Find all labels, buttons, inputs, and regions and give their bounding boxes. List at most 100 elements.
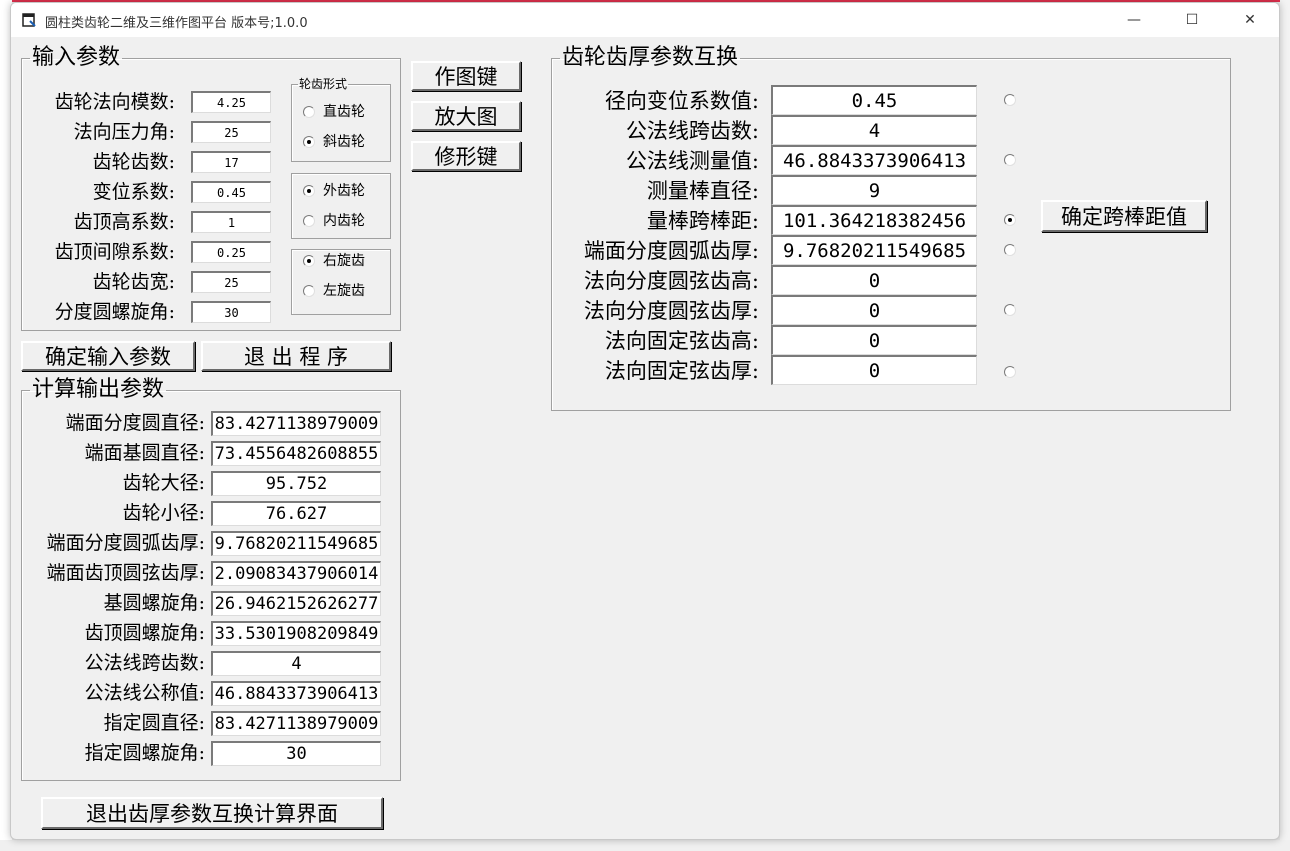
exit-program-button[interactable]: 退 出 程 序 bbox=[201, 341, 391, 371]
profile-shift-input[interactable]: 0.45 bbox=[191, 181, 271, 203]
output-label: 指定圆螺旋角: bbox=[84, 742, 205, 764]
background-bottom bbox=[0, 840, 1290, 851]
output-value[interactable]: 4 bbox=[211, 651, 381, 676]
input-label: 变位系数: bbox=[92, 181, 175, 203]
thickness-label: 量棒跨棒距: bbox=[646, 209, 759, 233]
input-label: 齿顶高系数: bbox=[73, 211, 175, 233]
output-value[interactable]: 76.627 bbox=[211, 501, 381, 526]
thickness-radio[interactable] bbox=[1004, 304, 1016, 316]
addendum-coef-input[interactable]: 1 bbox=[191, 211, 271, 233]
thickness-value[interactable]: 9.76820211549685 bbox=[771, 235, 977, 265]
thickness-radio[interactable] bbox=[1004, 154, 1016, 166]
thickness-label: 端面分度圆弧齿厚: bbox=[583, 239, 759, 263]
thickness-label: 公法线跨齿数: bbox=[625, 119, 759, 143]
maximize-button[interactable]: ☐ bbox=[1163, 3, 1221, 37]
input-label: 法向压力角: bbox=[73, 121, 175, 143]
exit-thickness-button[interactable]: 退出齿厚参数互换计算界面 bbox=[41, 797, 383, 829]
output-value[interactable]: 83.4271138979009 bbox=[211, 711, 381, 736]
thickness-label: 法向分度圆弦齿高: bbox=[583, 269, 759, 293]
output-label: 齿轮大径: bbox=[122, 472, 205, 494]
thickness-value[interactable]: 0 bbox=[771, 325, 977, 355]
input-params-legend: 输入参数 bbox=[32, 45, 121, 70]
thickness-label: 法向固定弦齿厚: bbox=[604, 359, 759, 383]
thickness-radio[interactable] bbox=[1004, 244, 1016, 256]
output-value[interactable]: 73.4556482608855 bbox=[211, 441, 381, 466]
output-label: 指定圆直径: bbox=[103, 712, 205, 734]
thickness-value[interactable]: 4 bbox=[771, 115, 977, 145]
output-value[interactable]: 33.5301908209849 bbox=[211, 621, 381, 646]
left-hand-radio[interactable] bbox=[303, 285, 315, 297]
modify-button[interactable]: 修形键 bbox=[411, 141, 521, 171]
output-value[interactable]: 95.752 bbox=[211, 471, 381, 496]
input-label: 齿顶间隙系数: bbox=[54, 241, 175, 263]
thickness-exchange-legend: 齿轮齿厚参数互换 bbox=[562, 45, 739, 70]
thickness-value[interactable]: 0 bbox=[771, 295, 977, 325]
gear-form-legend: 轮齿形式 bbox=[299, 77, 348, 91]
output-label: 端面分度圆直径: bbox=[65, 412, 205, 434]
thickness-radio[interactable] bbox=[1004, 366, 1016, 378]
spur-gear-radio[interactable] bbox=[303, 106, 315, 118]
helix-angle-input[interactable]: 30 bbox=[191, 301, 271, 323]
draw-button[interactable]: 作图键 bbox=[411, 61, 521, 91]
right-hand-label[interactable]: 右旋齿 bbox=[323, 253, 365, 269]
normal-module-input[interactable]: 4.25 bbox=[191, 91, 271, 113]
left-hand-label[interactable]: 左旋齿 bbox=[323, 283, 365, 299]
thickness-value[interactable]: 0 bbox=[771, 265, 977, 295]
output-label: 公法线跨齿数: bbox=[84, 652, 205, 674]
internal-gear-label[interactable]: 内齿轮 bbox=[323, 213, 365, 229]
thickness-label: 公法线测量值: bbox=[625, 149, 759, 173]
clearance-coef-input[interactable]: 0.25 bbox=[191, 241, 271, 263]
app-window: 圆柱类齿轮二维及三维作图平台 版本号;1.0.0 — ☐ ✕ 输入参数 齿轮法向… bbox=[10, 2, 1280, 840]
close-button[interactable]: ✕ bbox=[1221, 3, 1279, 37]
thickness-value[interactable]: 0 bbox=[771, 355, 977, 385]
thickness-value[interactable]: 46.8843373906413 bbox=[771, 145, 977, 175]
teeth-count-input[interactable]: 17 bbox=[191, 151, 271, 173]
output-value[interactable]: 83.4271138979009 bbox=[211, 411, 381, 436]
minimize-button[interactable]: — bbox=[1105, 3, 1163, 37]
face-width-input[interactable]: 25 bbox=[191, 271, 271, 293]
output-label: 端面基圆直径: bbox=[84, 442, 205, 464]
minimize-icon: — bbox=[1127, 12, 1141, 28]
spur-gear-label[interactable]: 直齿轮 bbox=[323, 104, 365, 120]
thickness-label: 法向分度圆弦齿厚: bbox=[583, 299, 759, 323]
thickness-radio[interactable] bbox=[1004, 94, 1016, 106]
thickness-label: 径向变位系数值: bbox=[604, 89, 759, 113]
output-label: 端面分度圆弧齿厚: bbox=[46, 532, 205, 554]
output-label: 基圆螺旋角: bbox=[103, 592, 205, 614]
title-bar[interactable]: 圆柱类齿轮二维及三维作图平台 版本号;1.0.0 — ☐ ✕ bbox=[11, 3, 1279, 37]
input-label: 齿轮齿宽: bbox=[92, 271, 175, 293]
output-value[interactable]: 26.9462152626277 bbox=[211, 591, 381, 616]
background-right bbox=[1280, 0, 1290, 851]
app-icon bbox=[22, 13, 36, 27]
confirm-input-button[interactable]: 确定输入参数 bbox=[21, 341, 195, 371]
thickness-label: 法向固定弦齿高: bbox=[604, 329, 759, 353]
output-label: 齿轮小径: bbox=[122, 502, 205, 524]
input-label: 分度圆螺旋角: bbox=[54, 301, 175, 323]
zoom-button[interactable]: 放大图 bbox=[411, 101, 521, 131]
pressure-angle-input[interactable]: 25 bbox=[191, 121, 271, 143]
helical-gear-label[interactable]: 斜齿轮 bbox=[323, 134, 365, 150]
output-value[interactable]: 9.76820211549685 bbox=[211, 531, 381, 556]
output-value[interactable]: 30 bbox=[211, 741, 381, 766]
confirm-pin-distance-button[interactable]: 确定跨棒距值 bbox=[1041, 200, 1207, 232]
close-icon: ✕ bbox=[1244, 12, 1256, 28]
output-label: 齿顶圆螺旋角: bbox=[84, 622, 205, 644]
window-title: 圆柱类齿轮二维及三维作图平台 版本号;1.0.0 bbox=[45, 16, 308, 31]
external-gear-label[interactable]: 外齿轮 bbox=[323, 183, 365, 199]
right-hand-radio[interactable] bbox=[303, 255, 315, 267]
output-params-legend: 计算输出参数 bbox=[32, 377, 165, 402]
output-value[interactable]: 2.09083437906014 bbox=[211, 561, 381, 586]
thickness-radio[interactable] bbox=[1004, 214, 1016, 226]
output-value[interactable]: 46.8843373906413 bbox=[211, 681, 381, 706]
thickness-label: 测量棒直径: bbox=[646, 179, 759, 203]
thickness-value[interactable]: 101.364218382456 bbox=[771, 205, 977, 235]
thickness-value[interactable]: 0.45 bbox=[771, 85, 977, 115]
thickness-value[interactable]: 9 bbox=[771, 175, 977, 205]
client-area: 输入参数 齿轮法向模数: 4.25 法向压力角: 25 齿轮齿数: 17 变位系… bbox=[11, 37, 1279, 839]
helical-gear-radio[interactable] bbox=[303, 136, 315, 148]
input-label: 齿轮齿数: bbox=[92, 151, 175, 173]
internal-gear-radio[interactable] bbox=[303, 215, 315, 227]
input-label: 齿轮法向模数: bbox=[54, 91, 175, 113]
output-label: 端面齿顶圆弦齿厚: bbox=[46, 562, 205, 584]
external-gear-radio[interactable] bbox=[303, 185, 315, 197]
